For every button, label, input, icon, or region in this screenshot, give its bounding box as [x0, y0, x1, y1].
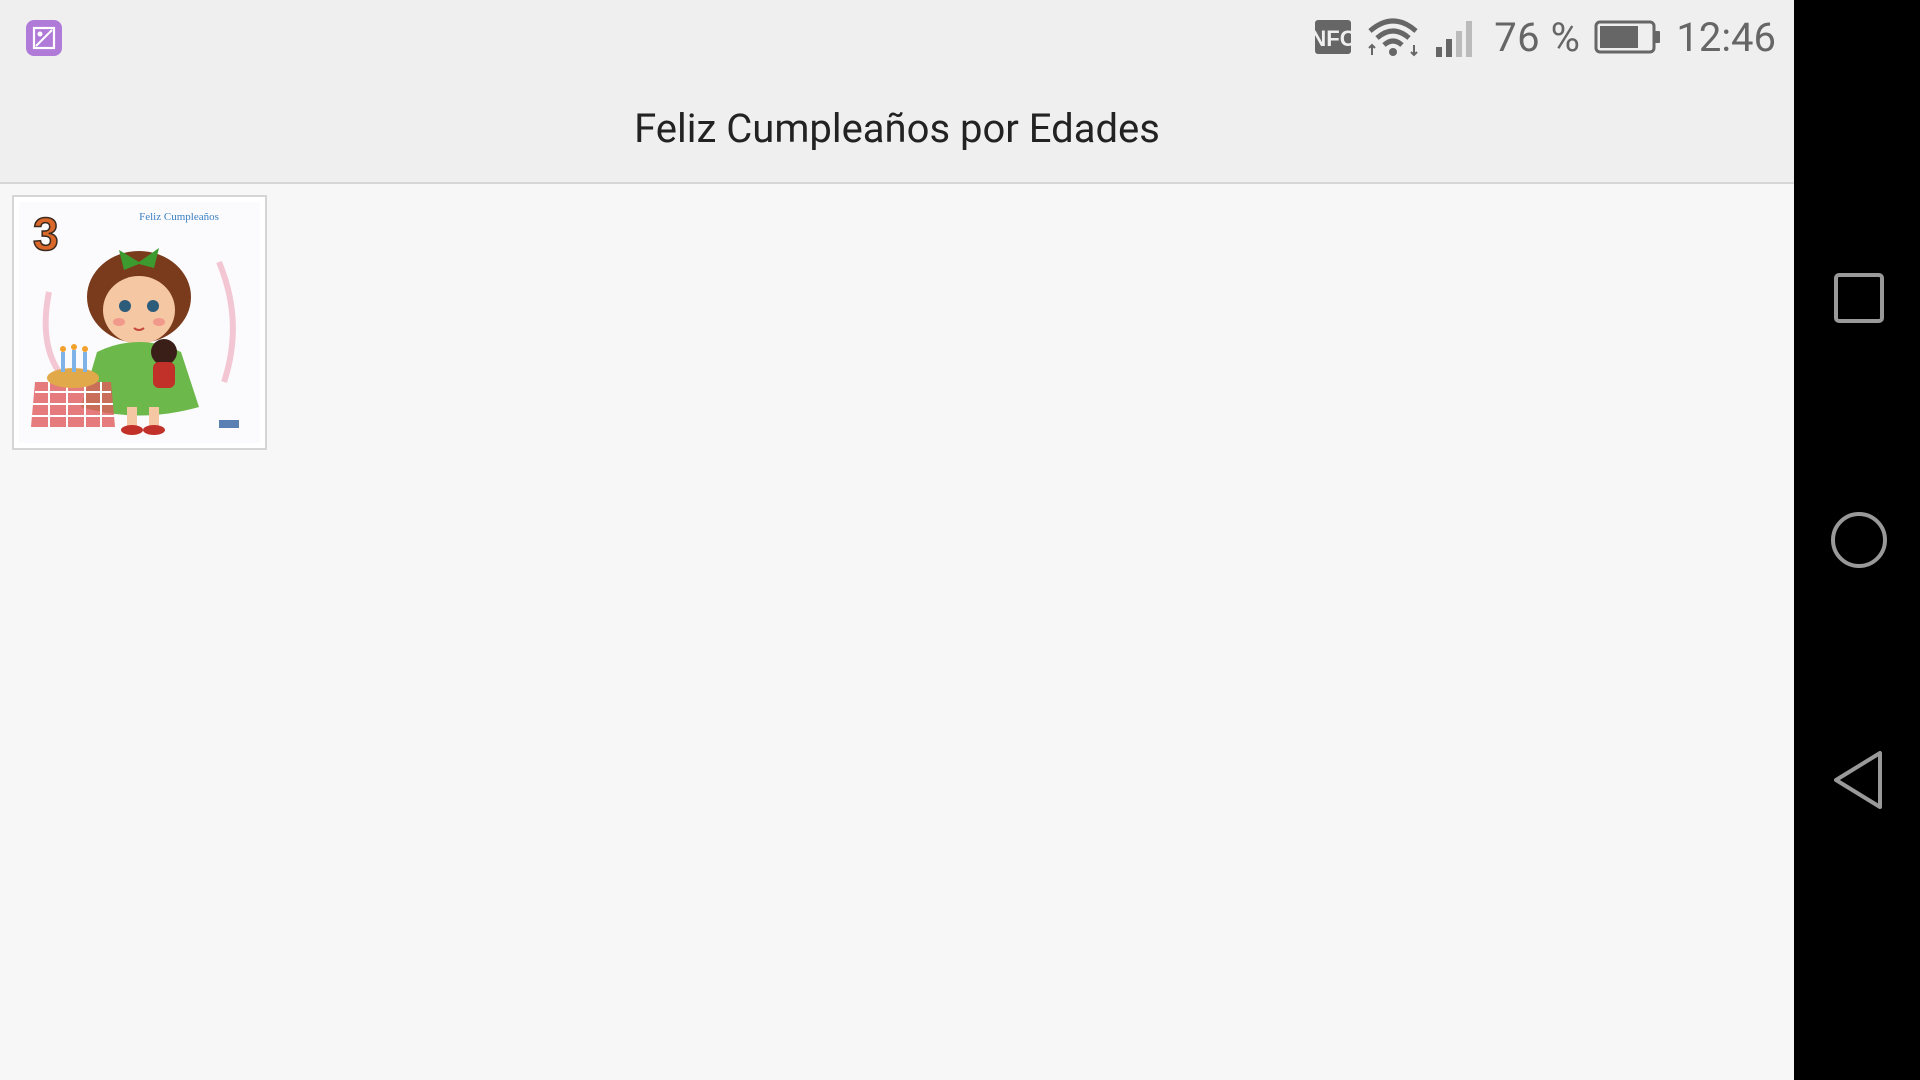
action-bar: Feliz Cumpleaños por Edades	[0, 74, 1794, 184]
nfc-icon: NFC	[1314, 20, 1352, 54]
gallery-image-icon	[26, 20, 62, 56]
status-clock: 12:46	[1676, 13, 1776, 61]
image-grid: 3 Feliz Cumpleaños	[12, 195, 267, 450]
app-screen: NFC 76 % 12:46 Feliz Cumpleaños por Edad…	[0, 0, 1794, 1080]
page-title: Feliz Cumpleaños por Edades	[634, 104, 1160, 152]
circle-home-icon[interactable]	[1822, 505, 1892, 575]
navigation-bar	[1794, 0, 1920, 1080]
card-title: Feliz Cumpleaños	[139, 211, 219, 223]
battery-icon	[1594, 20, 1661, 54]
birthday-card-thumbnail[interactable]: 3 Feliz Cumpleaños	[12, 195, 267, 450]
wifi-icon	[1368, 18, 1418, 57]
cell-signal-icon	[1436, 21, 1473, 57]
birthday-card-image: 3 Feliz Cumpleaños	[19, 202, 260, 443]
square-recents-icon[interactable]	[1822, 265, 1892, 335]
card-age: 3	[33, 208, 59, 260]
triangle-back-icon[interactable]	[1822, 745, 1892, 815]
svg-text:NFC: NFC	[1314, 26, 1352, 51]
status-icons: NFC 76 % 12:46	[1314, 12, 1776, 62]
battery-percent: 76 %	[1494, 13, 1581, 61]
status-bar: NFC 76 % 12:46	[0, 0, 1794, 74]
